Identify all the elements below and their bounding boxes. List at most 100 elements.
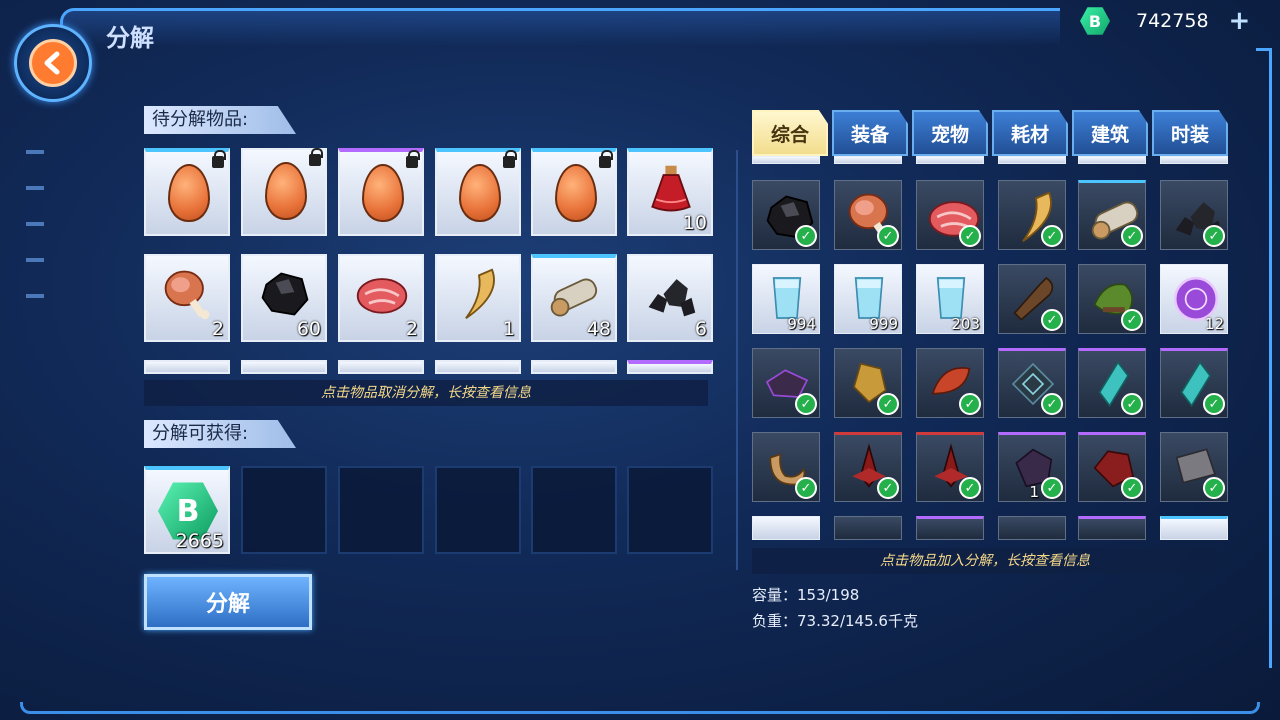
pending-item-ham[interactable]: 2 [144, 254, 230, 342]
inventory-slot-partial[interactable] [834, 516, 902, 540]
pending-item-egg[interactable] [241, 148, 327, 236]
b-coin-icon: B [1080, 7, 1110, 35]
checkmark-icon: ✓ [959, 477, 981, 499]
inventory-slot-partial[interactable] [916, 516, 984, 540]
inventory-slot-partial[interactable] [998, 156, 1066, 164]
inventory-item-purple-scrap[interactable]: ✓ [752, 348, 820, 418]
egg-icon [265, 162, 307, 220]
inventory-item-crystal[interactable]: ✓ [1078, 348, 1146, 418]
inventory-slot-partial[interactable] [1160, 156, 1228, 164]
coal-icon [257, 266, 313, 326]
pending-item-egg[interactable] [338, 148, 424, 236]
panel-divider [736, 150, 738, 570]
page-title: 分解 [106, 24, 154, 52]
tab-2[interactable]: 宠物 [912, 110, 988, 156]
capacity-text: 容量：153/198 [752, 586, 860, 604]
inventory-slot-partial[interactable] [1078, 156, 1146, 164]
pending-item-log[interactable]: 48 [531, 254, 617, 342]
inventory-item-tooth[interactable]: ✓ [998, 180, 1066, 250]
item-count: 6 [694, 318, 707, 340]
inventory-hint: 点击物品加入分解，长按查看信息 [752, 548, 1218, 574]
inventory-slot-partial[interactable] [1078, 516, 1146, 540]
inventory-item-water-glass[interactable]: 994 [752, 264, 820, 334]
inventory-slot-partial[interactable] [752, 156, 820, 164]
tab-4[interactable]: 建筑 [1072, 110, 1148, 156]
pending-item-ore-rocks[interactable]: 6 [627, 254, 713, 342]
tab-1[interactable]: 装备 [832, 110, 908, 156]
currency-display: B 742758 + [1080, 4, 1270, 38]
inventory-item-scrap-metal[interactable]: ✓ [1160, 432, 1228, 502]
pending-item-raw-meat[interactable]: 2 [338, 254, 424, 342]
checkmark-icon: ✓ [795, 225, 817, 247]
pending-slot-partial[interactable] [338, 360, 424, 374]
inventory-item-ore-rocks[interactable]: ✓ [1160, 180, 1228, 250]
inventory-slot-partial[interactable] [916, 156, 984, 164]
inventory-item-rune-stone[interactable]: ✓ [998, 348, 1066, 418]
checkmark-icon: ✓ [1121, 225, 1143, 247]
pending-item-egg[interactable] [144, 148, 230, 236]
inventory-slot-partial[interactable] [1160, 516, 1228, 540]
pending-slot-partial[interactable] [627, 360, 713, 374]
pending-slot-partial[interactable] [435, 360, 521, 374]
inventory-slot-partial[interactable] [834, 156, 902, 164]
pending-item-egg[interactable] [531, 148, 617, 236]
inventory-slot-partial[interactable] [998, 516, 1066, 540]
add-currency-button[interactable]: + [1229, 6, 1251, 36]
inventory-item-red-ore[interactable]: ✓ [1078, 432, 1146, 502]
inventory-item-crystal[interactable]: ✓ [1160, 348, 1228, 418]
pending-hint: 点击物品取消分解，长按查看信息 [144, 380, 708, 406]
inventory-item-coal[interactable]: ✓ [752, 180, 820, 250]
pending-item-tooth[interactable]: 1 [435, 254, 521, 342]
pending-item-egg[interactable] [435, 148, 521, 236]
empty-reward-slot [627, 466, 713, 554]
pending-item-coal[interactable]: 60 [241, 254, 327, 342]
pending-slot-partial[interactable] [144, 360, 230, 374]
inventory-item-red-leaf[interactable]: ✓ [916, 348, 984, 418]
pending-slot-partial[interactable] [241, 360, 327, 374]
item-count: 2 [405, 318, 418, 340]
checkmark-icon: ✓ [1203, 225, 1225, 247]
tab-0[interactable]: 综合 [752, 110, 828, 156]
tab-3[interactable]: 耗材 [992, 110, 1068, 156]
inventory-item-red-spike[interactable]: ✓ [834, 432, 902, 502]
inventory-item-raw-meat[interactable]: ✓ [916, 180, 984, 250]
egg-icon [362, 164, 404, 222]
inventory-item-water-glass[interactable]: 999 [834, 264, 902, 334]
ore-rocks-icon [643, 266, 699, 326]
lock-icon [406, 150, 420, 168]
item-count: 12 [1204, 315, 1224, 333]
inventory-item-club[interactable]: ✓ [998, 264, 1066, 334]
item-count: 2 [211, 318, 224, 340]
checkmark-icon: ✓ [1121, 477, 1143, 499]
checkmark-icon: ✓ [1041, 393, 1063, 415]
rewards-label: 分解可获得: [144, 420, 296, 448]
empty-reward-slot [338, 466, 424, 554]
inventory-item-ham[interactable]: ✓ [834, 180, 902, 250]
checkmark-icon: ✓ [877, 225, 899, 247]
back-button[interactable] [14, 24, 92, 102]
checkmark-icon: ✓ [795, 393, 817, 415]
item-count: 1 [1029, 483, 1039, 501]
inventory-item-purple-medal[interactable]: 12 [1160, 264, 1228, 334]
inventory-slot-partial[interactable] [752, 516, 820, 540]
frame-bottom [20, 702, 1260, 714]
item-count: 48 [586, 318, 611, 340]
tab-5[interactable]: 时装 [1152, 110, 1228, 156]
inventory-item-water-glass[interactable]: 203 [916, 264, 984, 334]
pending-item-red-potion[interactable]: 10 [627, 148, 713, 236]
pending-label: 待分解物品: [144, 106, 296, 134]
decompose-button[interactable]: 分解 [144, 574, 312, 630]
checkmark-icon: ✓ [1121, 309, 1143, 331]
inventory-item-red-spike[interactable]: ✓ [916, 432, 984, 502]
reward-slot-b-coin[interactable]: B 2665 [144, 466, 230, 554]
egg-icon [555, 164, 597, 222]
lock-icon [503, 150, 517, 168]
inventory-item-moss-rock[interactable]: ✓ [1078, 264, 1146, 334]
inventory-item-gold-shard[interactable]: ✓ [834, 348, 902, 418]
inventory-item-horn[interactable]: ✓ [752, 432, 820, 502]
side-ticks [26, 150, 44, 330]
pending-slot-partial[interactable] [531, 360, 617, 374]
item-count: 203 [951, 315, 980, 333]
inventory-item-dark-ore[interactable]: ✓ 1 [998, 432, 1066, 502]
inventory-item-log[interactable]: ✓ [1078, 180, 1146, 250]
